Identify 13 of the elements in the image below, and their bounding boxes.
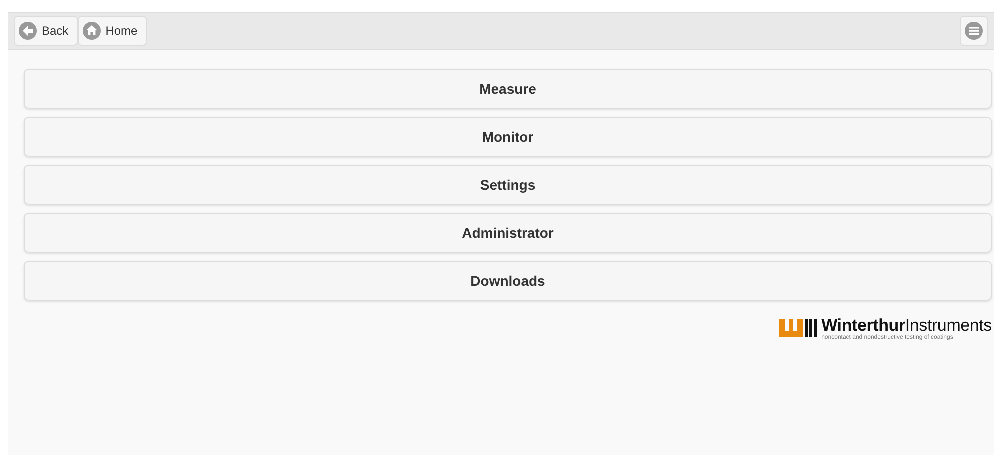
home-button[interactable]: Home — [78, 16, 147, 46]
menu-item[interactable]: Measure — [24, 69, 992, 109]
menu-item[interactable]: Settings — [24, 165, 992, 205]
menu-item[interactable]: Downloads — [24, 261, 992, 301]
menu-icon — [965, 22, 983, 40]
logo-icon — [778, 317, 819, 337]
menu-button[interactable] — [960, 16, 988, 46]
home-icon — [82, 22, 101, 40]
menu-item[interactable]: Monitor — [24, 117, 992, 157]
back-icon — [19, 22, 37, 40]
menu-item[interactable]: Administrator — [24, 213, 992, 253]
brand-name: WinterthurInstruments — [822, 317, 992, 335]
back-button[interactable]: Back — [14, 16, 78, 46]
